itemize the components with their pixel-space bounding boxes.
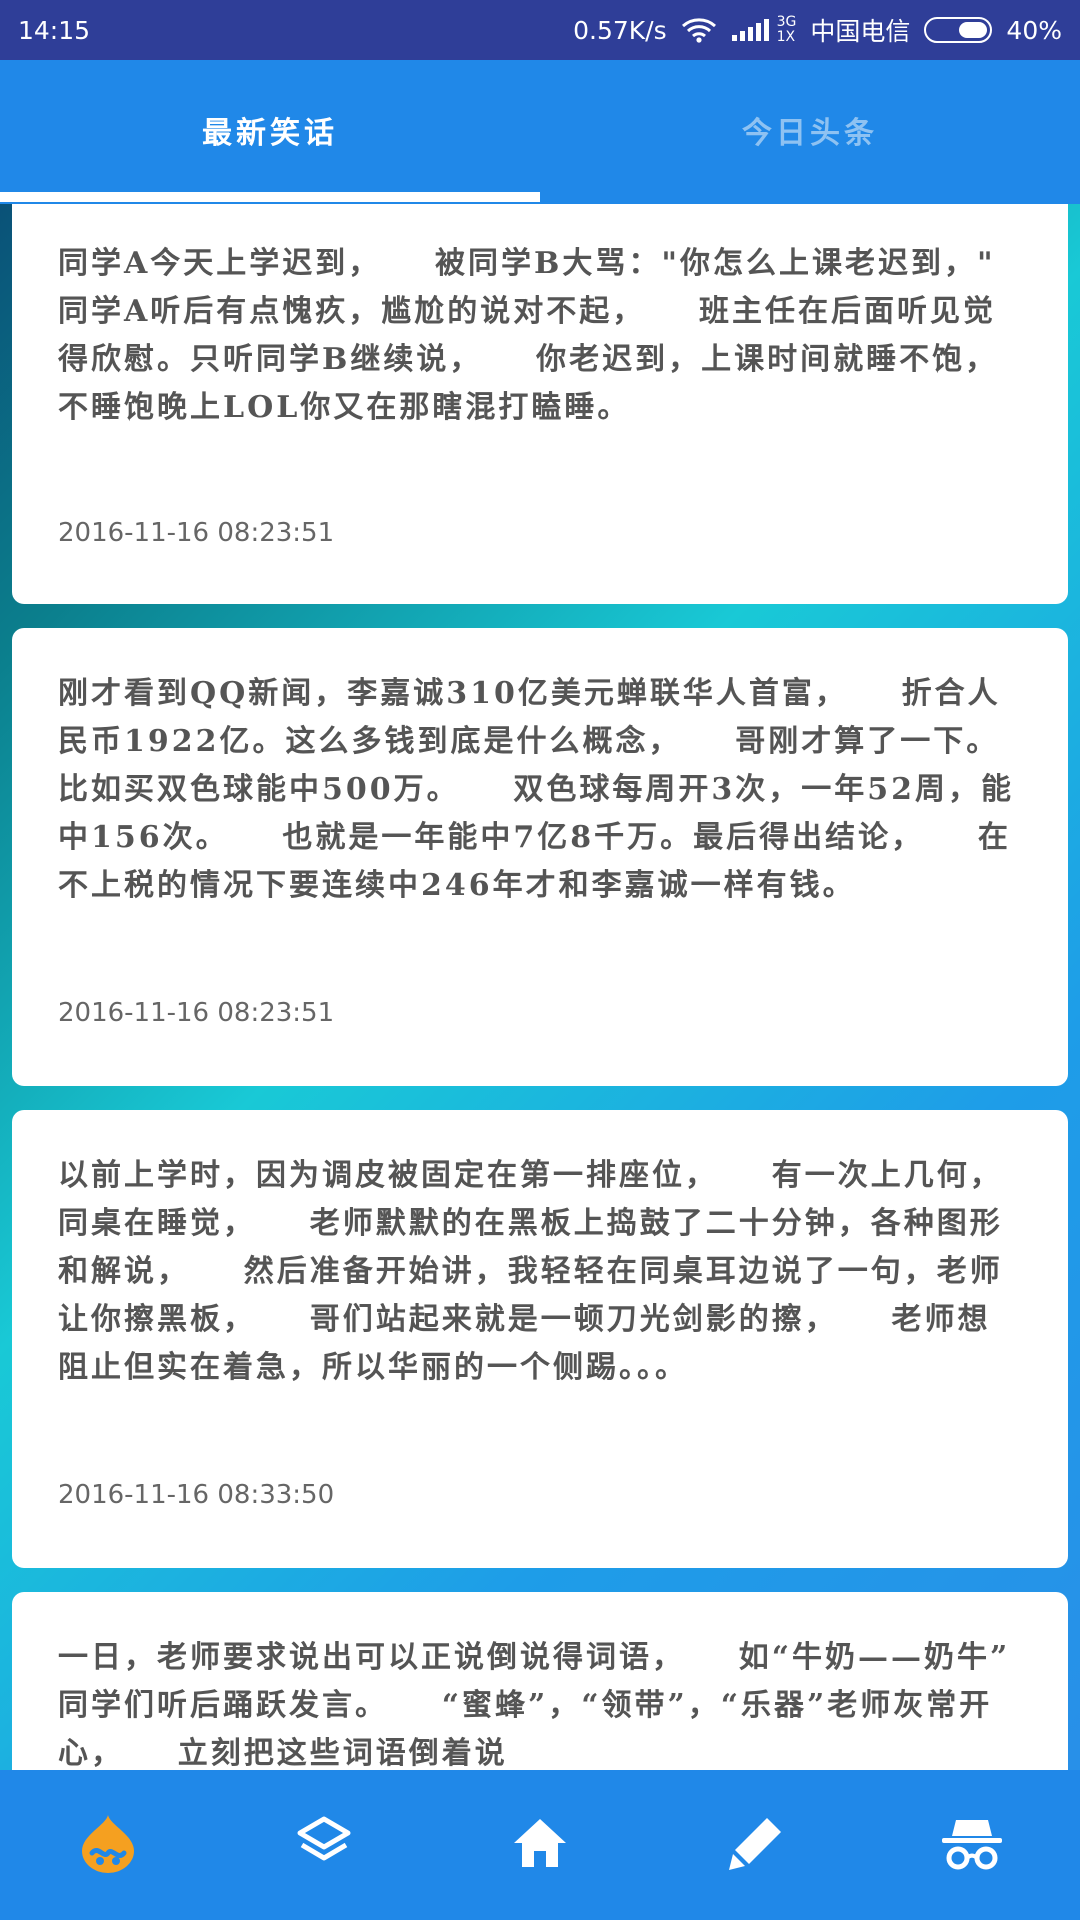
nav-write[interactable] <box>648 1770 864 1920</box>
joke-card[interactable]: 以前上学时，因为调皮被固定在第一排座位， 有一次上几何，同桌在睡觉， 老师默默的… <box>12 1110 1068 1568</box>
joke-date: 2016-11-16 08:33:50 <box>58 1480 335 1510</box>
joke-card[interactable]: 同学A今天上学迟到， 被同学B大骂："你怎么上课老迟到，" 同学A听后有点愧疚，… <box>12 204 1068 604</box>
joke-text: 刚才看到QQ新闻，李嘉诚310亿美元蝉联华人首富， 折合人民币1922亿。这么多… <box>58 676 1015 903</box>
network-type-top: 3G <box>776 14 797 30</box>
wifi-icon <box>681 17 717 43</box>
joke-text: 同学A今天上学迟到， 被同学B大骂："你怎么上课老迟到，" 同学A听后有点愧疚，… <box>58 246 1052 425</box>
signal-icon <box>731 17 771 43</box>
joke-list[interactable]: 同学A今天上学迟到， 被同学B大骂："你怎么上课老迟到，" 同学A听后有点愧疚，… <box>0 204 1080 1770</box>
tab-today-headlines[interactable]: 今日头条 <box>540 60 1080 200</box>
nav-jokes[interactable] <box>0 1770 216 1920</box>
joke-card[interactable]: 刚才看到QQ新闻，李嘉诚310亿美元蝉联华人首富， 折合人民币1922亿。这么多… <box>12 628 1068 1086</box>
bottom-nav <box>0 1770 1080 1920</box>
tab-latest-jokes[interactable]: 最新笑话 <box>0 60 540 200</box>
pencil-icon <box>727 1814 785 1876</box>
carrier-name: 中国电信 <box>810 17 911 46</box>
nav-layers[interactable] <box>216 1770 432 1920</box>
nav-profile[interactable] <box>864 1770 1080 1920</box>
joke-text: 一日，老师要求说出可以正说倒说得词语， 如“牛奶——奶牛” 同学们听后踊跃发言。… <box>58 1640 1024 1770</box>
joke-card[interactable]: 一日，老师要求说出可以正说倒说得词语， 如“牛奶——奶牛” 同学们听后踊跃发言。… <box>12 1592 1068 1770</box>
layers-icon <box>296 1815 352 1875</box>
network-type: 3G 1X <box>777 15 797 45</box>
home-icon <box>510 1815 570 1875</box>
battery-level: 40% <box>1006 15 1062 45</box>
status-time: 14:15 <box>18 15 91 45</box>
active-tab-indicator <box>0 192 540 202</box>
tab-bar: 最新笑话 今日头条 <box>0 60 1080 204</box>
network-type-bottom: 1X <box>776 29 796 45</box>
battery-icon <box>924 17 993 43</box>
status-bar: 14:15 0.57K/s 3G 1X 中国电信 40% <box>0 0 1080 60</box>
joke-date: 2016-11-16 08:23:51 <box>58 518 335 548</box>
incognito-icon <box>940 1814 1004 1876</box>
nav-home[interactable] <box>432 1770 648 1920</box>
drupal-icon <box>80 1813 136 1877</box>
joke-date: 2016-11-16 08:23:51 <box>58 998 335 1028</box>
status-indicators: 0.57K/s 3G 1X 中国电信 40% <box>573 12 1062 48</box>
network-speed: 0.57K/s <box>573 15 667 45</box>
joke-text: 以前上学时，因为调皮被固定在第一排座位， 有一次上几何，同桌在睡觉， 老师默默的… <box>58 1158 1003 1385</box>
